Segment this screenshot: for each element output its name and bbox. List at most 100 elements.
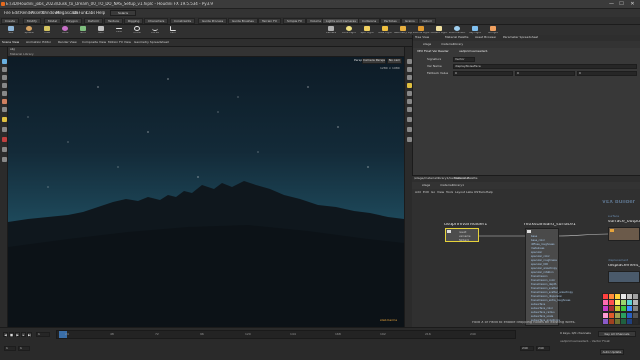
current-frame-field[interactable]: 1 [36,332,50,337]
node-displacement-output[interactable] [608,271,640,283]
visibility-icon[interactable] [406,117,412,122]
palette-swatch[interactable] [633,312,638,318]
tool-point-light[interactable]: Point Light [340,26,358,38]
palette-swatch[interactable] [627,294,632,299]
tool-tube[interactable]: Tube [38,26,56,38]
stop-button[interactable]: ■ [9,332,14,337]
shelf-tab-texture[interactable]: Texture [104,18,123,24]
palette-swatch[interactable] [615,306,620,312]
tab-parameter-spreadsheet[interactable]: Parameter Spreadsheet [503,36,538,39]
display-dropdown[interactable]: No cam [387,58,402,64]
tab-asset-browser[interactable]: Asset Browser [475,36,496,39]
close-button[interactable]: ✕ [629,1,636,7]
param-node-name[interactable]: usdprimvarreader1 [459,50,488,53]
shelf-tab-deform[interactable]: Deform [84,18,104,24]
shelf-tab-constraints[interactable]: Constraints [170,18,196,24]
tool-box[interactable]: Box [2,26,20,38]
shelf-tab-simple-fx[interactable]: Simple FX [283,18,306,24]
camera-dropdown[interactable]: Camera Perspect [362,58,386,64]
snap-tool-icon[interactable] [1,137,7,142]
palette-swatch[interactable] [627,312,632,318]
shelf-tab-guide-process[interactable]: Guide Process [198,18,228,24]
palette-swatch[interactable] [609,300,614,306]
node-mtlxstandard-surface[interactable]: base base_color diffuse_roughness metalness… [525,228,573,326]
go-to-end-button[interactable]: ▶| [27,332,32,337]
handle-tool-icon[interactable] [1,127,7,132]
end-frame-field-2[interactable]: 240 [536,346,550,351]
shelf-tab-characters[interactable]: Characters [144,18,169,24]
viewer-path[interactable]: obj [10,48,15,51]
render-region-icon[interactable] [406,137,412,142]
palette-swatch[interactable] [603,312,608,318]
play-reverse-button[interactable]: ◀ [3,332,8,337]
param-path2[interactable]: materiallibrary [441,43,463,46]
select-tool-icon[interactable] [1,59,7,64]
grid-display-icon[interactable] [406,107,412,112]
right-shelf-tab-particles[interactable]: Particles [380,18,401,24]
network-editor[interactable]: /stage/materiallibrary1/karmatrumet Mate… [412,175,640,327]
palette-swatch[interactable] [627,306,632,312]
tool-geometry-light[interactable]: Geometry Light [394,26,412,38]
fallback-field-y[interactable]: 0 [515,71,575,76]
palette-swatch[interactable] [615,318,620,324]
palette-swatch[interactable] [609,312,614,318]
shelf-tab-model[interactable]: Model [44,18,62,24]
shelf-tab-rigging[interactable]: Rigging [124,18,144,24]
tool-sphere[interactable]: Sphere [20,26,38,38]
brush-tool-icon[interactable] [1,157,7,162]
backface-icon[interactable] [406,99,412,104]
tab-geometry-spreadsheet[interactable]: Geometry Spreadsheet [134,41,169,44]
node-usdprimvarreader[interactable]: result varname fallback [445,228,479,242]
palette-swatch[interactable] [609,294,614,299]
tool-curve[interactable]: Curve [146,26,164,38]
maximize-button[interactable]: ☐ [618,1,625,7]
minimize-button[interactable]: — [608,1,615,7]
tool-path[interactable]: Path [164,26,182,38]
palette-swatch[interactable] [603,300,608,306]
menu-edit[interactable]: Edit [12,11,20,15]
background-icon[interactable] [406,127,412,132]
rotate-tool-icon[interactable] [1,75,7,80]
persp-menu[interactable]: Persp [354,59,362,62]
step-forward-button[interactable]: ▸ [21,332,26,337]
view-tool-icon[interactable] [1,99,7,104]
tool-spot-light[interactable]: Spot Light [358,26,376,38]
menu-file[interactable]: File [4,11,11,15]
tool-line[interactable]: Line [110,26,128,38]
shelf-tab-modify[interactable]: Modify [23,18,41,24]
palette-swatch[interactable] [621,300,626,306]
palette-swatch[interactable] [621,306,626,312]
tab-motion-fx-view[interactable]: Motion FX View [108,41,131,44]
tool-grid[interactable]: Grid [74,26,92,38]
palette-swatch[interactable] [609,306,614,312]
end-frame-field[interactable]: 240 [520,346,534,351]
shelf-tab-create[interactable]: Create [1,18,19,24]
shelf-tab-guide-brushes[interactable]: Guide Brushes [228,18,258,24]
shelf-tab-polygon[interactable]: Polygon [62,18,82,24]
move-tool-icon[interactable] [1,67,7,72]
tool-camera[interactable]: Camera [322,26,340,38]
param-path[interactable]: stage [423,43,431,46]
palette-swatch[interactable] [615,312,620,318]
scene-viewport[interactable]: Camera Perspect No cam Persp 1280 × 1080… [8,57,404,327]
play-button[interactable]: ▶ [15,332,20,337]
right-shelf-tab-grains[interactable]: Grains [401,18,419,24]
desktop-select[interactable]: Solaris [110,10,136,16]
camera-tool-icon[interactable] [1,107,7,112]
palette-swatch[interactable] [633,294,638,299]
tool-area-light[interactable]: Area Light [376,26,394,38]
reader-port[interactable]: fallback [456,239,469,243]
fallback-field-x[interactable]: 0 [453,71,513,76]
tool-null[interactable]: Null [92,26,110,38]
palette-swatch[interactable] [621,294,626,299]
tab-tree-view[interactable]: Tree View [415,36,429,39]
auto-update-button[interactable]: Auto Update [600,349,624,355]
tab-material-palette[interactable]: Material Palette [445,36,469,39]
palette-swatch[interactable] [603,306,608,312]
node-surface-output[interactable] [608,227,640,241]
right-shelf-tab-vellum[interactable]: Vellum [418,18,437,24]
menu-labs[interactable]: Labs [86,11,95,15]
palette-swatch[interactable] [615,294,620,299]
palette-swatch[interactable] [603,294,608,299]
varname-field[interactable]: displayNoiseFace [453,64,637,69]
